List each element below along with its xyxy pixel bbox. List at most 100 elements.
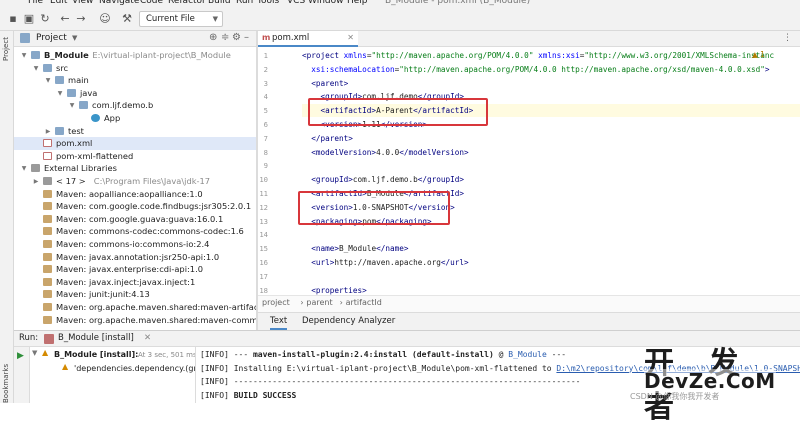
tab-text[interactable]: Text [270,316,288,330]
run-tree-root-label[interactable]: B_Module [install]: [54,350,138,359]
menu-item-file[interactable]: File [28,0,43,6]
menu-item-view[interactable]: View [72,0,93,6]
gear-icon[interactable]: ⚙ [232,32,241,43]
code-token: </modelVersion> [399,147,469,157]
tree-item-label: App [104,113,121,123]
jar-icon [43,290,52,299]
code-editor[interactable]: <project xmlns="http://maven.apache.org/… [292,47,800,295]
watermark: 开 发 者 DevZe.CoM CSDN @你我你我开发者 [630,338,800,425]
line-number: 10 [259,175,268,185]
maven-icon [44,334,54,344]
collapse-icon[interactable]: ≑ [221,32,229,43]
project-panel-title[interactable]: Project [36,33,67,43]
chevron-down-icon[interactable]: ▼ [72,34,77,42]
breadcrumb-item[interactable]: artifactId [346,298,382,307]
chevron-right-icon[interactable]: ▶ [32,175,40,188]
rerun-icon[interactable]: ▶ [17,351,24,361]
code-token: <parent> [311,78,349,88]
chevron-down-icon[interactable]: ▼ [68,99,76,112]
code-line: <project xmlns="http://maven.apache.org/… [302,49,800,62]
more-tabs-icon[interactable]: ⋮ [783,33,792,43]
tree-item[interactable]: pom-xml-flattened [14,150,256,163]
tree-item[interactable]: Maven: com.google.guava:guava:16.0.1 [14,213,256,226]
tree-item[interactable]: Maven: javax.annotation:jsr250-api:1.0 [14,251,256,264]
hide-icon[interactable]: – [244,32,249,43]
close-icon[interactable]: ✕ [144,333,151,343]
back-icon[interactable]: ← [58,12,72,26]
tree-item[interactable]: Maven: aopalliance:aopalliance:1.0 [14,188,256,201]
maven-file-icon: m [262,33,271,42]
line-number: 5 [263,106,268,116]
code-token: <groupId> [311,175,353,185]
chevron-down-icon[interactable]: ▼ [20,49,28,62]
tree-item[interactable]: ▶ < 17 > C:\Program Files\Java\jdk-17 [14,175,256,188]
tree-item[interactable]: ▶ test [14,125,256,138]
line-number: 9 [263,161,268,171]
menu-item-edit[interactable]: Edit [50,0,67,6]
build-hammer-icon[interactable]: ⚒ [120,12,134,26]
tree-item[interactable]: Maven: junit:junit:4.13 [14,288,256,301]
code-line: <parent> [302,77,800,90]
run-configuration-label: Current File [146,14,195,24]
run-configuration-select[interactable]: Current File ▼ [139,11,223,27]
menu-item-vcs[interactable]: VCS [287,0,305,6]
save-icon[interactable]: ▪ [6,12,20,26]
tree-item-label: Maven: javax.enterprise:cdi-api:1.0 [56,264,203,275]
locate-icon[interactable]: ⊕ [209,32,217,43]
console-token: [INFO] ---------------------------------… [200,377,581,386]
menu-item-build[interactable]: Build [208,0,231,6]
chevron-down-icon[interactable]: ▼ [20,162,28,175]
run-label: Run: [19,333,39,343]
tree-item[interactable]: Maven: org.apache.maven.shared:maven-com… [14,314,256,327]
tree-item[interactable]: ▼ External Libraries [14,162,256,175]
breadcrumb-item[interactable]: project [262,298,290,307]
chevron-down-icon[interactable]: ▼ [32,349,37,357]
tab-dependency-analyzer[interactable]: Dependency Analyzer [302,316,395,326]
bookmarks-tool-button[interactable]: Bookmarks [2,364,10,403]
tree-item[interactable]: Maven: com.google.code.findbugs:jsr305:2… [14,200,256,213]
chevron-right-icon[interactable]: ▶ [44,125,52,138]
tree-item[interactable]: ▼ java [14,87,256,100]
menu-item-help[interactable]: Help [347,0,368,6]
tree-item[interactable]: ▼ main [14,74,256,87]
chevron-down-icon[interactable]: ▼ [32,62,40,75]
tree-item[interactable]: pom.xml [14,137,256,151]
tree-item[interactable]: Maven: commons-io:commons-io:2.4 [14,238,256,251]
tree-item[interactable]: App [14,112,256,125]
sync-icon[interactable]: ↻ [38,12,52,26]
project-tool-button[interactable]: Project [2,37,10,61]
close-icon[interactable]: ✕ [347,31,354,45]
menu-item-navigate[interactable]: Navigate [99,0,139,6]
warning-count-badge[interactable]: ▲ 1 [752,50,765,59]
tab-pom-xml[interactable]: m pom.xml (B_Module) ✕ [258,31,358,57]
tree-item[interactable]: ▼ B_Module E:\virtual-iplant-project\B_Mod… [14,49,256,62]
run-tree-child-label[interactable]: 'dependencies.dependency.(gro [74,364,195,373]
line-number: 2 [263,64,268,74]
run-tab-label[interactable]: B_Module [install] [58,333,134,343]
jar-icon [43,214,52,223]
menu-item-code[interactable]: Code [140,0,163,6]
chevron-down-icon[interactable]: ▼ [56,87,64,100]
menu-item-tools[interactable]: Tools [257,0,279,6]
menu-item-run[interactable]: Run [236,0,253,6]
forward-icon[interactable]: → [74,12,88,26]
folder-icon [43,63,52,72]
save-all-icon[interactable]: ▣ [22,12,36,26]
tree-item[interactable]: ▼ com.ljf.demo.b [14,99,256,112]
tree-item[interactable]: ▼ src [14,62,256,75]
menu-item-refactor[interactable]: Refactor [168,0,206,6]
tree-item[interactable]: Maven: org.apache.maven.shared:maven-art… [14,301,256,314]
tree-item[interactable]: Maven: commons-codec:commons-codec:1.6 [14,225,256,238]
code-token: "http://maven.apache.org/POM/4.0.0" [371,51,534,60]
menu-item-window[interactable]: Window [308,0,344,6]
code-token: <properties> [311,285,367,295]
tree-item[interactable]: Maven: javax.enterprise:cdi-api:1.0 [14,263,256,276]
tree-item[interactable]: Maven: javax.inject:javax.inject:1 [14,276,256,289]
breadcrumb-item[interactable]: parent [306,298,332,307]
console-token: @ [493,350,509,359]
chevron-down-icon[interactable]: ▼ [44,74,52,87]
user-icon[interactable]: ☺ [98,12,112,26]
run-duration: At 3 sec, 501 ms [138,351,196,359]
tree-item-label: Maven: com.google.code.findbugs:jsr305:2… [56,201,252,212]
